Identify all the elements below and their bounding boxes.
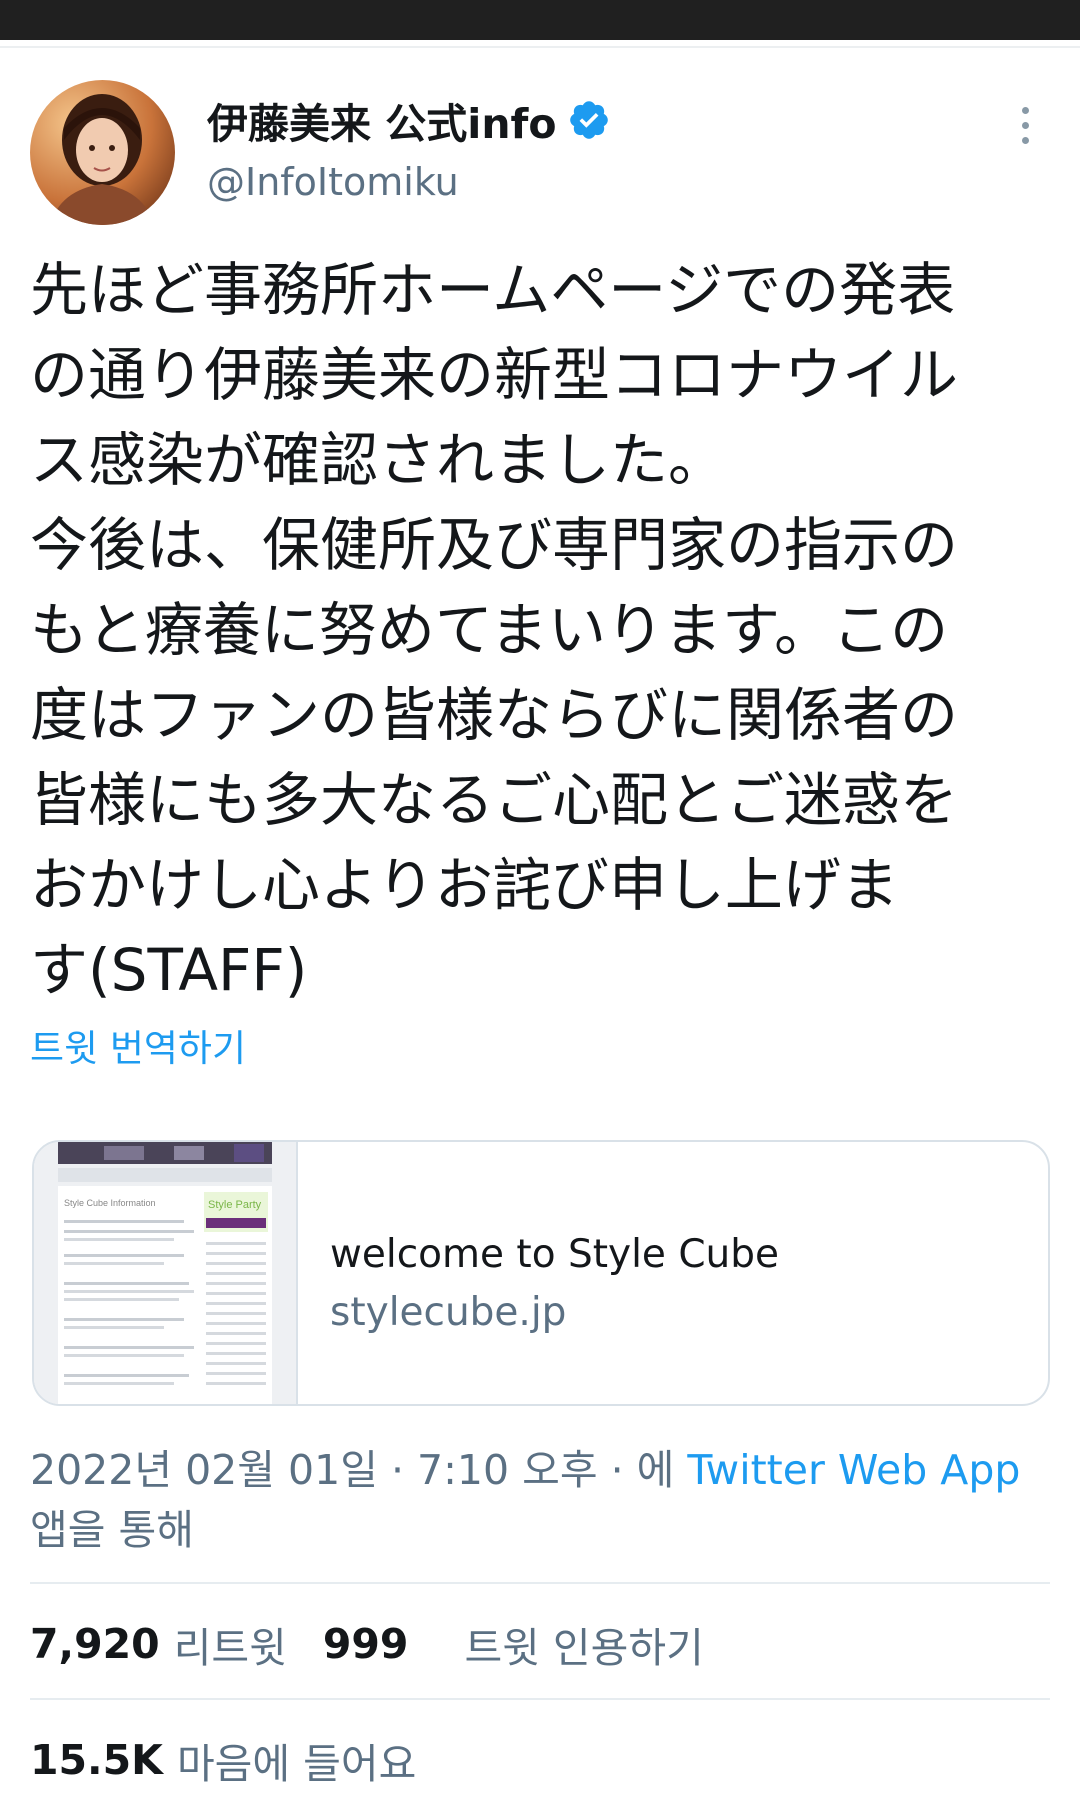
- retweets-count[interactable]: 7,920: [30, 1620, 160, 1668]
- tweet-text-line: 皆様にも多大なるご心配とご迷惑を: [30, 766, 959, 834]
- timestamp-row: 2022년 02월 01일 · 7:10 오후 · 에 Twitter Web …: [30, 1440, 1060, 1500]
- tweet-text-line: ス感染が確認されました。: [30, 426, 727, 494]
- verified-badge-icon: [569, 101, 608, 139]
- quotes-count[interactable]: 999: [323, 1620, 409, 1668]
- handle[interactable]: @InfoItomiku: [207, 160, 459, 204]
- thumb-badge: Style Party: [208, 1199, 262, 1211]
- divider: [30, 1582, 1050, 1584]
- translate-tweet-link[interactable]: 트윗 번역하기: [30, 1018, 246, 1072]
- timestamp[interactable]: 2022년 02월 01일 · 7:10 오후 · 에: [30, 1446, 674, 1494]
- likes-count[interactable]: 15.5K: [30, 1736, 163, 1784]
- link-preview-card[interactable]: Style Cube Information Style Party welco…: [32, 1140, 1050, 1406]
- thumb-heading: Style Cube Information: [64, 1198, 156, 1208]
- status-bar: [0, 0, 1080, 40]
- avatar[interactable]: [30, 80, 175, 225]
- tweet-text-line: 今後は、保健所及び専門家の指示の: [30, 511, 959, 579]
- header-divider: [0, 46, 1080, 48]
- tweet-metadata: 2022년 02월 01일 · 7:10 오후 · 에 Twitter Web …: [30, 1440, 1060, 1560]
- tweet-text-line: 先ほど事務所ホームページでの発表: [30, 256, 956, 324]
- tweet-text-line: 度はファンの皆様ならびに関係者の: [30, 681, 959, 749]
- tweet-text: 先ほど事務所ホームページでの発表 の通り伊藤美来の新型コロナウイル ス感染が確認…: [30, 248, 1060, 1013]
- retweets-label[interactable]: 리트윗: [174, 1614, 287, 1674]
- card-title[interactable]: welcome to Style Cube: [330, 1232, 779, 1277]
- display-name[interactable]: 伊藤美来 公式info: [207, 90, 557, 150]
- tweet-text-line: の通り伊藤美来の新型コロナウイル: [30, 341, 959, 409]
- more-vertical-icon[interactable]: [1010, 100, 1040, 150]
- engagement-stats: 7,920 리트윗 999 트윗 인용하기: [30, 1614, 704, 1674]
- tweet-text-line: おかけし心よりお詫び申し上げま: [30, 851, 899, 919]
- source-app-link[interactable]: Twitter Web App: [687, 1446, 1020, 1494]
- likes-label[interactable]: 마음에 들어요: [177, 1730, 416, 1790]
- divider: [30, 1698, 1050, 1700]
- author-name-row[interactable]: 伊藤美来 公式info: [207, 92, 611, 148]
- tweet-text-line: もと療養に努めてまいります。この: [30, 596, 949, 664]
- card-domain: stylecube.jp: [330, 1290, 567, 1335]
- likes-stats: 15.5K 마음에 들어요: [30, 1730, 416, 1790]
- tweet-text-line: す(STAFF): [30, 936, 308, 1004]
- quotes-label[interactable]: 트윗 인용하기: [464, 1614, 703, 1674]
- via-label: 앱을 통해: [30, 1506, 194, 1554]
- card-thumbnail: Style Cube Information Style Party: [34, 1142, 298, 1404]
